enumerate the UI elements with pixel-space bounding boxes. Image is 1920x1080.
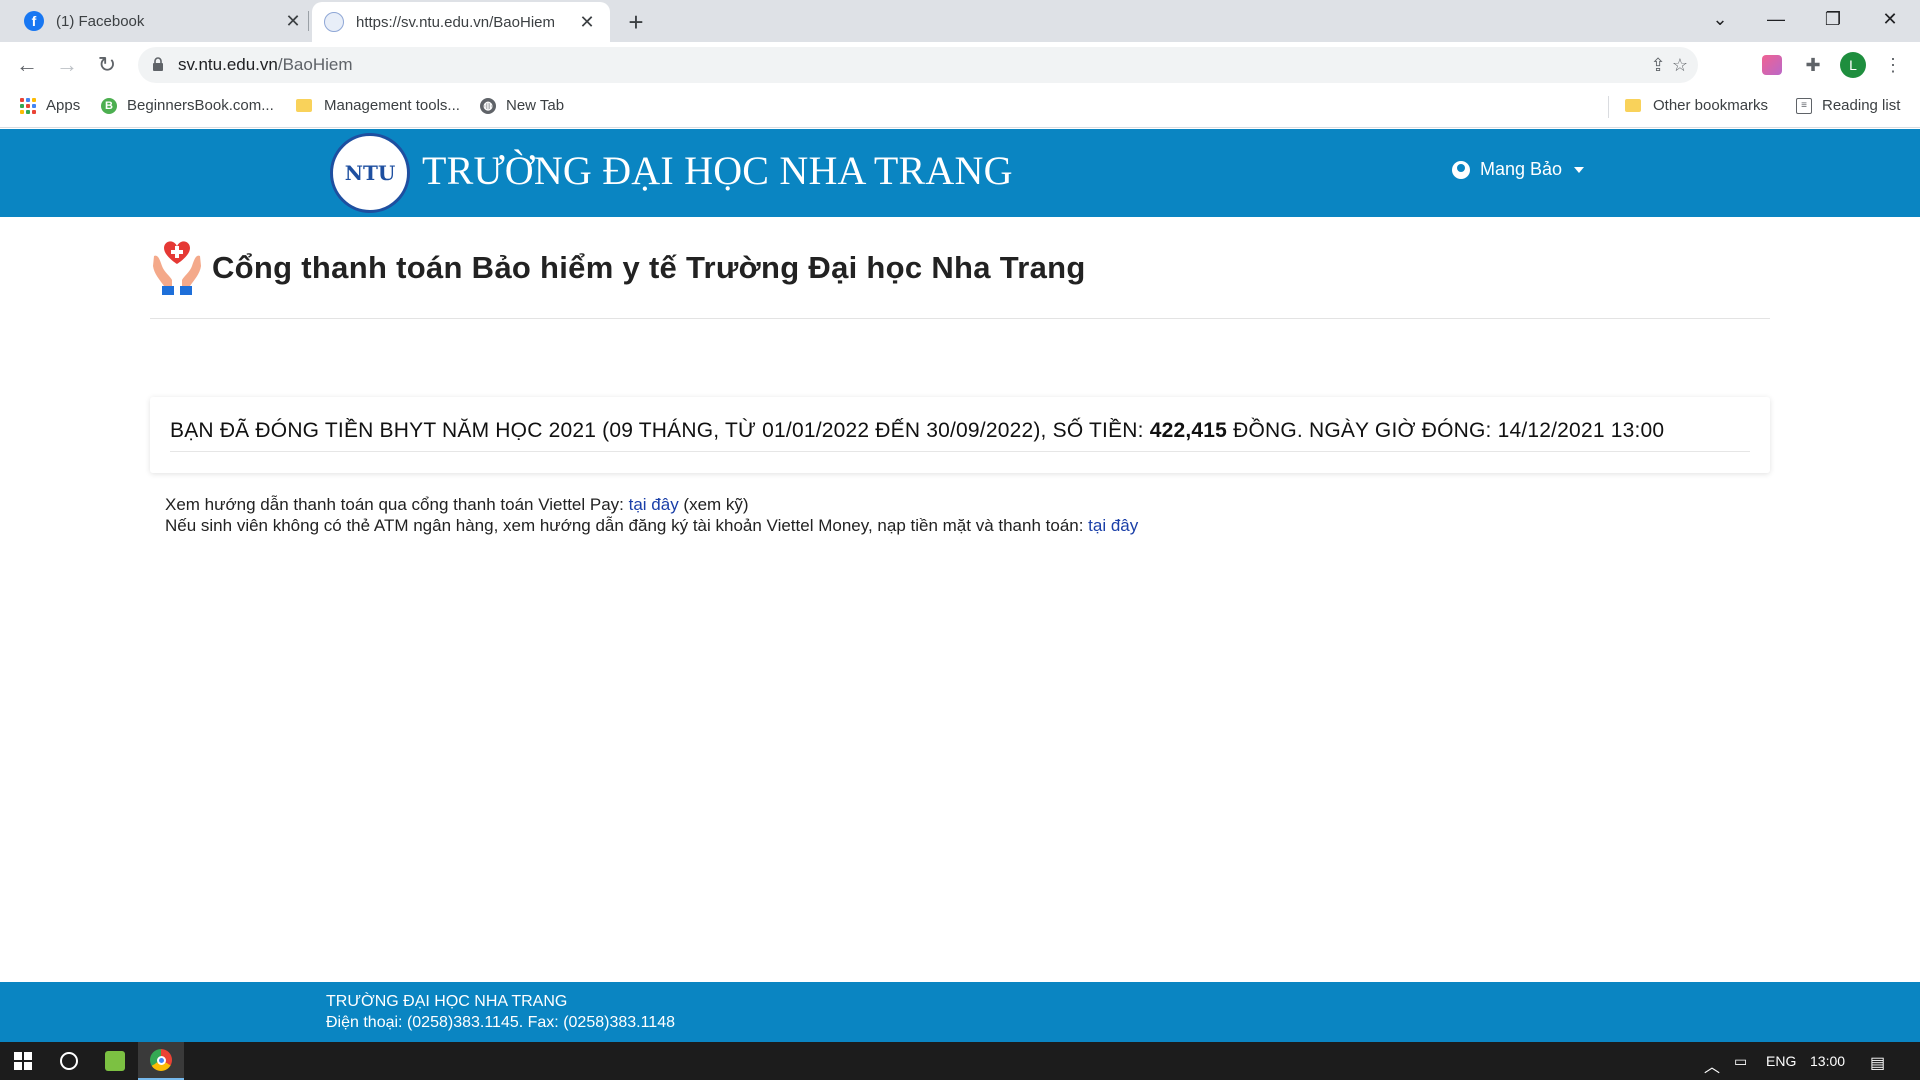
bookmark-star-icon[interactable]: ☆ <box>1668 53 1692 77</box>
chrome-taskbar-icon[interactable] <box>138 1042 184 1080</box>
apps-grid-icon <box>20 97 36 114</box>
close-tab-icon[interactable]: ✕ <box>576 11 598 33</box>
bookmark-label: Reading list <box>1822 97 1901 114</box>
tab-search-icon[interactable]: ⌄ <box>1692 0 1748 38</box>
user-name: Mang Bảo <box>1480 159 1563 179</box>
share-icon[interactable]: ⇪ <box>1646 53 1670 77</box>
tab-facebook[interactable]: f (1) Facebook ✕ <box>24 0 304 42</box>
address-bar[interactable]: sv.ntu.edu.vn/BaoHiem ⇪ ☆ <box>138 47 1698 83</box>
help-line-viettel-money: Nếu sinh viên không có thẻ ATM ngân hàng… <box>165 516 1139 535</box>
health-insurance-hands-heart-icon <box>153 241 201 295</box>
payment-status-card: BẠN ĐÃ ĐÓNG TIỀN BHYT NĂM HỌC 2021 (09 T… <box>150 397 1770 473</box>
folder-icon <box>1625 99 1641 112</box>
user-menu-dropdown[interactable]: Mang Bảo <box>1452 159 1585 180</box>
bookmark-reading-list[interactable]: ≡ Reading list <box>1796 97 1900 114</box>
card-divider <box>170 451 1750 452</box>
payment-status-text: BẠN ĐÃ ĐÓNG TIỀN BHYT NĂM HỌC 2021 (09 T… <box>170 419 1665 442</box>
extension-icon[interactable] <box>1762 55 1782 75</box>
profile-avatar[interactable]: L <box>1840 52 1866 78</box>
forward-button[interactable]: → <box>52 50 82 80</box>
browser-tab-strip: f (1) Facebook ✕ https://sv.ntu.edu.vn/B… <box>0 0 1920 42</box>
help-line-viettel-pay: Xem hướng dẫn thanh toán qua cổng thanh … <box>165 495 749 514</box>
site-title: TRƯỜNG ĐẠI HỌC NHA TRANG <box>422 148 1013 193</box>
bookmark-label: Apps <box>46 97 81 114</box>
menu-kebab-icon[interactable]: ⋮ <box>1882 54 1904 76</box>
ntu-logo[interactable]: NTU <box>330 133 410 213</box>
site-footer: TRƯỜNG ĐẠI HỌC NHA TRANG Điện thoại: (02… <box>0 982 1920 1042</box>
reading-list-icon: ≡ <box>1796 97 1812 114</box>
tab-baohiem[interactable]: https://sv.ntu.edu.vn/BaoHiem ✕ <box>312 2 610 42</box>
language-indicator[interactable]: ENG <box>1766 1053 1796 1069</box>
facebook-icon: f <box>24 11 44 31</box>
tab-divider <box>308 11 309 31</box>
tab-title: (1) Facebook <box>56 12 145 30</box>
viettel-pay-guide-link[interactable]: tại đây <box>629 495 679 514</box>
bookmark-label: New Tab <box>506 97 565 114</box>
payment-amount: 422,415 <box>1149 419 1228 442</box>
bookmark-new-tab[interactable]: ◍ New Tab <box>480 97 564 114</box>
tray-chevron-up-icon[interactable]: ︿ <box>1704 1053 1720 1077</box>
tab-title: https://sv.ntu.edu.vn/BaoHiem <box>356 13 555 31</box>
clock[interactable]: 13:00 <box>1810 1053 1845 1069</box>
page-title: Cổng thanh toán Bảo hiểm y tế Trường Đại… <box>212 250 1086 285</box>
user-circle-icon <box>1452 160 1470 179</box>
browser-toolbar: ← → ↻ sv.ntu.edu.vn/BaoHiem ⇪ ☆ ✚ L ⋮ <box>0 42 1920 88</box>
reload-button[interactable]: ↻ <box>92 50 122 80</box>
url-text: sv.ntu.edu.vn/BaoHiem <box>178 55 353 74</box>
extensions-puzzle-icon[interactable]: ✚ <box>1802 54 1824 76</box>
bookmarks-bar: Apps B BeginnersBook.com... Management t… <box>0 88 1920 128</box>
bookmark-label: Management tools... <box>324 97 460 114</box>
caret-down-icon <box>1574 166 1585 173</box>
app-green-icon[interactable] <box>92 1042 138 1080</box>
logo-text: NTU <box>344 161 396 185</box>
divider <box>150 318 1770 319</box>
bookmarks-separator <box>1608 96 1609 118</box>
notification-icon[interactable]: ▤ <box>1870 1053 1885 1073</box>
close-window-button[interactable]: ✕ <box>1862 0 1918 38</box>
windows-taskbar: ︿ ▭ ENG 13:00 ▤ <box>0 1042 1920 1080</box>
footer-contact: Điện thoại: (0258)383.1145. Fax: (0258)3… <box>326 1014 675 1031</box>
ntu-logo-icon <box>324 12 344 32</box>
bookmark-apps[interactable]: Apps <box>20 97 80 114</box>
bookmark-label: Other bookmarks <box>1653 97 1769 114</box>
new-tab-button[interactable]: + <box>620 7 652 37</box>
site-header: NTU TRƯỜNG ĐẠI HỌC NHA TRANG Mang Bảo <box>0 129 1920 217</box>
back-button[interactable]: ← <box>12 50 42 80</box>
bookmark-management-tools[interactable]: Management tools... <box>296 97 460 114</box>
bookmark-other[interactable]: Other bookmarks <box>1625 97 1768 114</box>
beginnersbook-icon: B <box>101 97 117 114</box>
viettel-money-guide-link[interactable]: tại đây <box>1088 516 1138 535</box>
bookmark-beginnersbook[interactable]: B BeginnersBook.com... <box>101 97 274 114</box>
footer-university-name: TRƯỜNG ĐẠI HỌC NHA TRANG <box>326 993 568 1010</box>
battery-icon[interactable]: ▭ <box>1734 1053 1747 1070</box>
lock-icon <box>153 57 163 71</box>
page-heading: Cổng thanh toán Bảo hiểm y tế Trường Đại… <box>150 240 1086 296</box>
help-section: Xem hướng dẫn thanh toán qua cổng thanh … <box>165 494 1138 536</box>
restore-button[interactable]: ❐ <box>1805 0 1861 38</box>
minimize-button[interactable]: — <box>1748 0 1804 38</box>
bookmark-label: BeginnersBook.com... <box>127 97 274 114</box>
search-circle-icon[interactable] <box>46 1042 92 1080</box>
windows-start-icon[interactable] <box>0 1042 46 1080</box>
folder-icon <box>296 99 312 112</box>
globe-icon: ◍ <box>480 97 496 114</box>
close-tab-icon[interactable]: ✕ <box>282 10 304 32</box>
